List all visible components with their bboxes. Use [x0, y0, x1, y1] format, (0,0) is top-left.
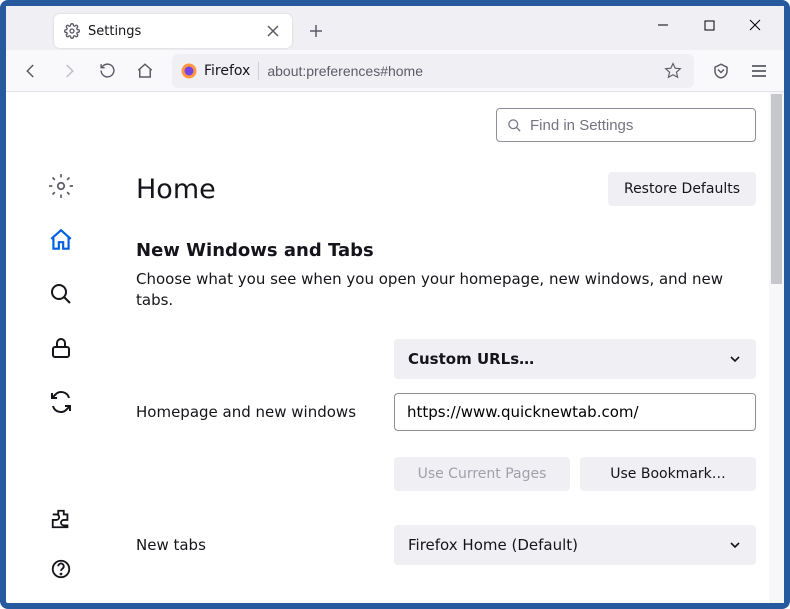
- sidebar-privacy-icon[interactable]: [47, 334, 75, 362]
- separator: [258, 62, 259, 80]
- new-tab-button[interactable]: [300, 15, 332, 47]
- maximize-button[interactable]: [686, 6, 732, 44]
- bookmark-star-icon[interactable]: [660, 54, 686, 88]
- chevron-down-icon: [728, 352, 742, 366]
- scrollbar[interactable]: [769, 92, 784, 603]
- identity-label: Firefox: [204, 63, 250, 79]
- settings-search-box[interactable]: [496, 108, 756, 142]
- firefox-icon: [180, 62, 198, 80]
- newtabs-label: New tabs: [136, 536, 394, 554]
- sidebar-help-icon[interactable]: [47, 555, 75, 583]
- settings-search-input[interactable]: [530, 117, 745, 134]
- newtabs-select[interactable]: Firefox Home (Default): [394, 525, 756, 565]
- settings-sidebar: [6, 92, 116, 603]
- close-window-button[interactable]: [732, 6, 778, 44]
- select-value: Custom URLs…: [408, 350, 534, 368]
- browser-tab[interactable]: Settings: [54, 14, 292, 48]
- chevron-down-icon: [728, 538, 742, 552]
- homepage-field-label: Homepage and new windows: [136, 403, 394, 421]
- sidebar-search-icon[interactable]: [47, 280, 75, 308]
- back-button[interactable]: [14, 54, 48, 88]
- url-input[interactable]: [267, 63, 652, 79]
- url-bar[interactable]: Firefox: [172, 54, 694, 88]
- scrollbar-thumb[interactable]: [771, 94, 782, 284]
- sidebar-sync-icon[interactable]: [47, 388, 75, 416]
- page-title: Home: [136, 174, 216, 205]
- forward-button[interactable]: [52, 54, 86, 88]
- sidebar-home-icon[interactable]: [47, 226, 75, 254]
- settings-main: Home Restore Defaults New Windows and Ta…: [116, 92, 784, 603]
- sidebar-extensions-icon[interactable]: [47, 505, 75, 533]
- app-menu-button[interactable]: [742, 54, 776, 88]
- tab-title: Settings: [88, 24, 256, 39]
- restore-defaults-button[interactable]: Restore Defaults: [608, 172, 756, 206]
- close-icon[interactable]: [264, 22, 282, 40]
- section-title: New Windows and Tabs: [136, 240, 756, 261]
- titlebar: Settings: [6, 6, 784, 50]
- homepage-mode-select[interactable]: Custom URLs…: [394, 339, 756, 379]
- search-icon: [507, 118, 522, 133]
- minimize-button[interactable]: [640, 6, 686, 44]
- select-value: Firefox Home (Default): [408, 536, 578, 554]
- section-description: Choose what you see when you open your h…: [136, 269, 756, 311]
- gear-icon: [64, 23, 80, 39]
- navigation-toolbar: Firefox: [6, 50, 784, 92]
- home-button[interactable]: [128, 54, 162, 88]
- homepage-url-input[interactable]: [394, 393, 756, 431]
- use-bookmark-button[interactable]: Use Bookmark…: [580, 457, 756, 491]
- sidebar-general-icon[interactable]: [47, 172, 75, 200]
- use-current-pages-button[interactable]: Use Current Pages: [394, 457, 570, 491]
- reload-button[interactable]: [90, 54, 124, 88]
- pocket-button[interactable]: [704, 54, 738, 88]
- identity-box[interactable]: Firefox: [180, 62, 250, 80]
